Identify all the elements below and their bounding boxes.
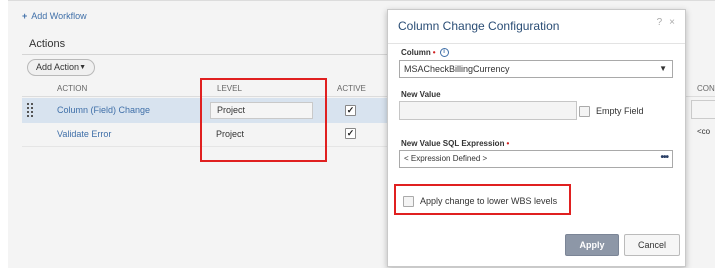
cancel-button[interactable]: Cancel: [624, 234, 680, 256]
add-action-button[interactable]: Add Action ▼: [27, 59, 95, 76]
new-value-label: New Value: [401, 90, 441, 99]
add-action-label: Add Action: [36, 62, 80, 72]
con-field[interactable]: [691, 100, 715, 119]
dialog-title: Column Change Configuration: [398, 19, 560, 33]
required-marker: •: [432, 48, 436, 57]
plus-icon: +: [22, 11, 28, 21]
section-divider: [22, 54, 392, 55]
empty-field-checkbox[interactable]: [579, 106, 590, 117]
level-highlight-box: [200, 78, 327, 162]
sql-expression-label: New Value SQL Expression •: [401, 139, 509, 148]
add-workflow-link[interactable]: + Add Workflow: [22, 11, 87, 21]
caret-down-icon: ▼: [79, 64, 86, 71]
top-divider: [8, 0, 715, 1]
column-header-action: ACTION: [57, 84, 88, 93]
column-select[interactable]: MSACheckBillingCurrency ▼: [399, 60, 673, 78]
close-icon[interactable]: ×: [669, 17, 675, 28]
column-label: Column • i: [401, 48, 449, 58]
new-value-input[interactable]: [399, 101, 577, 120]
action-link-validate-error[interactable]: Validate Error: [57, 129, 111, 139]
sql-expression-label-text: New Value SQL Expression: [401, 139, 505, 148]
column-header-con: CON: [697, 84, 715, 93]
column-select-value: MSACheckBillingCurrency: [404, 64, 510, 74]
active-checkbox[interactable]: ✓: [345, 128, 356, 139]
dropdown-arrow-icon: ▼: [659, 64, 667, 73]
active-checkbox[interactable]: ✓: [345, 105, 356, 116]
more-options-icon[interactable]: •••: [660, 150, 668, 166]
drag-handle-icon[interactable]: [27, 103, 35, 117]
actions-section-title: Actions: [29, 38, 66, 50]
required-marker: •: [506, 139, 510, 148]
con-value-text: <co: [697, 127, 711, 136]
sql-expression-field[interactable]: < Expression Defined > •••: [399, 150, 673, 168]
column-header-active: ACTIVE: [337, 84, 366, 93]
column-label-text: Column: [401, 48, 431, 57]
empty-field-label: Empty Field: [596, 106, 644, 116]
add-workflow-label: Add Workflow: [31, 11, 87, 21]
dialog-header: Column Change Configuration ? ×: [388, 10, 685, 44]
help-icon[interactable]: ?: [657, 17, 663, 28]
apply-lower-highlight-box: [394, 184, 571, 215]
column-change-dialog: Column Change Configuration ? × Column • i …: [387, 9, 686, 267]
info-icon[interactable]: i: [439, 48, 449, 58]
apply-button[interactable]: Apply: [565, 234, 619, 256]
action-link-column-change[interactable]: Column (Field) Change: [57, 105, 150, 115]
sql-expression-value: < Expression Defined >: [404, 154, 488, 163]
